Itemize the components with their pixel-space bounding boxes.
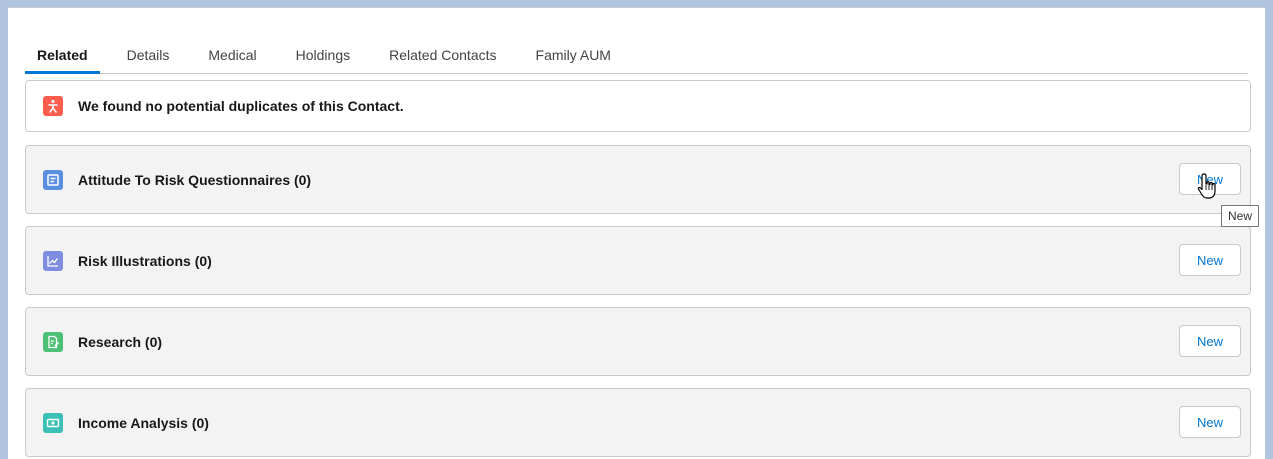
related-list-income-analysis: Income Analysis (0) New [25,388,1251,457]
related-list-attitude-to-risk: Attitude To Risk Questionnaires (0) New [25,145,1251,214]
tab-bar: Related Details Medical Holdings Related… [25,38,1248,74]
hand-pointer-icon [1197,173,1216,199]
tab-related-contacts[interactable]: Related Contacts [377,38,508,74]
questionnaire-icon [43,169,63,190]
record-related-panel: Related Details Medical Holdings Related… [8,7,1265,459]
money-icon [43,412,63,433]
related-list-risk-illustrations: Risk Illustrations (0) New [25,226,1251,295]
tab-family-aum[interactable]: Family AUM [524,38,623,74]
related-list-title[interactable]: Research (0) [78,334,162,350]
related-list-research: Research (0) New [25,307,1251,376]
document-edit-icon [43,331,63,352]
related-list-title[interactable]: Attitude To Risk Questionnaires (0) [78,172,311,188]
new-income-analysis-button[interactable]: New [1179,406,1241,438]
related-list-title[interactable]: Risk Illustrations (0) [78,253,212,269]
tab-medical[interactable]: Medical [196,38,268,74]
tab-holdings[interactable]: Holdings [284,38,362,74]
duplicates-card: We found no potential duplicates of this… [25,80,1251,132]
new-button-tooltip: New [1221,205,1260,227]
line-chart-icon [43,250,63,271]
new-risk-illustration-button[interactable]: New [1179,244,1241,276]
tab-details[interactable]: Details [115,38,182,74]
related-list-title[interactable]: Income Analysis (0) [78,415,209,431]
tab-related[interactable]: Related [25,38,100,74]
new-research-button[interactable]: New [1179,325,1241,357]
duplicates-message: We found no potential duplicates of this… [78,98,404,114]
duplicate-contact-icon [43,96,63,116]
